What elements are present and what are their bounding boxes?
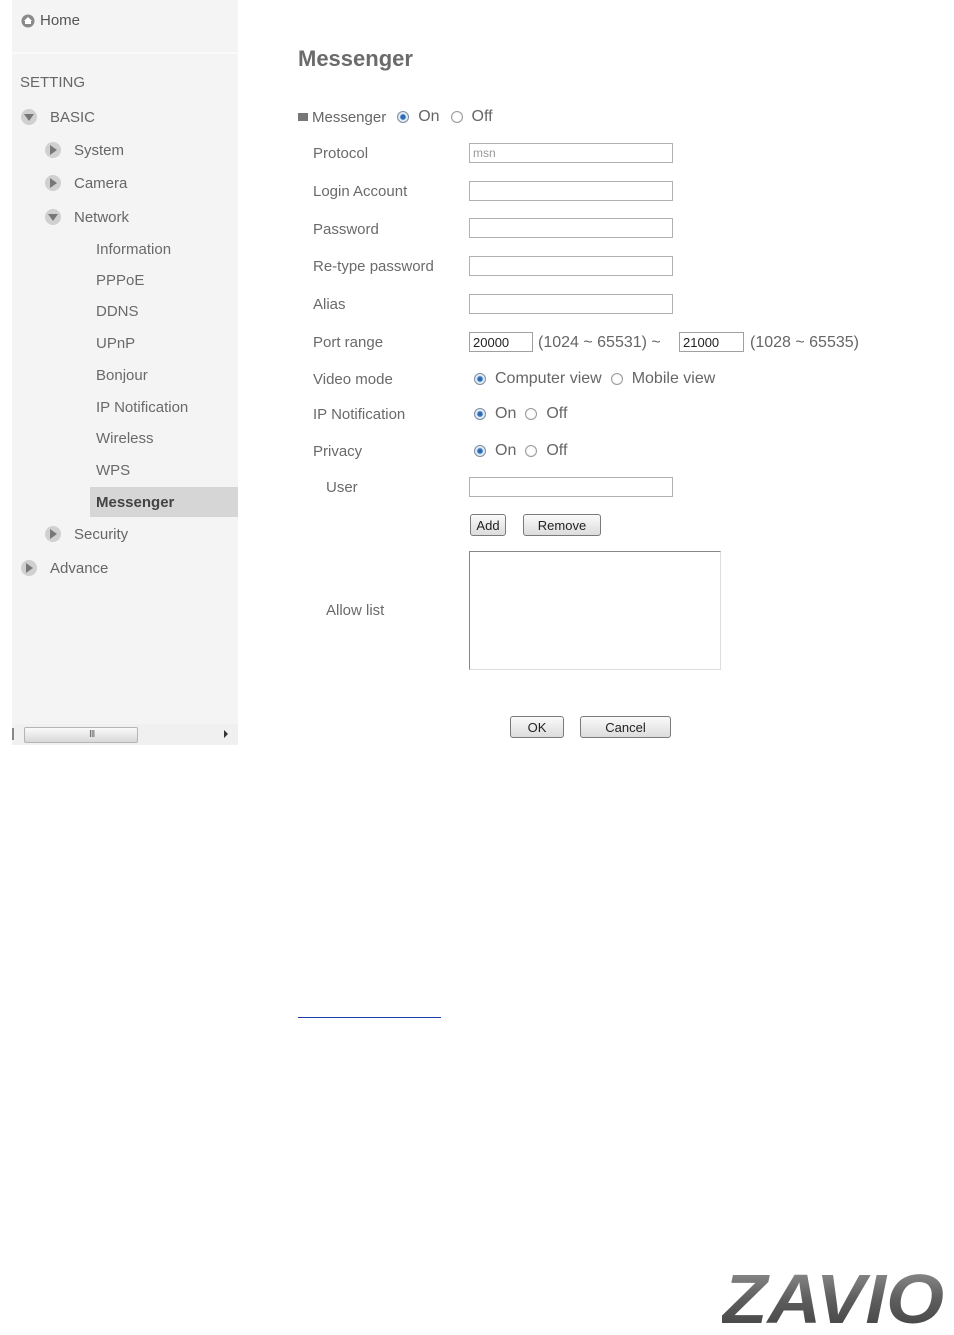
scroll-left-edge[interactable]	[12, 728, 14, 740]
password-input[interactable]	[469, 218, 673, 238]
user-input[interactable]	[469, 477, 673, 497]
sidebar: Home SETTING BASIC System Camera Network…	[12, 0, 238, 745]
on-label: On	[418, 108, 440, 125]
setting-heading: SETTING	[20, 74, 86, 91]
scroll-right-arrow-icon[interactable]	[224, 730, 228, 738]
sidebar-item-pppoe[interactable]: PPPoE	[96, 268, 144, 292]
sidebar-item-label: Camera	[74, 174, 128, 192]
bullet-icon	[298, 113, 308, 121]
on-label: On	[495, 405, 517, 422]
sidebar-item-system[interactable]: System	[44, 138, 124, 162]
sidebar-item-camera[interactable]: Camera	[44, 171, 127, 195]
svg-text:ZAVIO: ZAVIO	[722, 1260, 944, 1330]
cancel-button[interactable]: Cancel	[580, 716, 671, 738]
allow-list-label: Allow list	[326, 602, 385, 619]
computer-view-radio[interactable]	[474, 373, 486, 385]
mobile-view-label: Mobile view	[631, 370, 716, 387]
home-label: Home	[40, 11, 81, 29]
sidebar-item-label: Network	[74, 208, 130, 226]
sidebar-item-label: BASIC	[50, 108, 96, 126]
expanded-arrow-icon	[45, 209, 61, 225]
page-title: Messenger	[298, 46, 413, 71]
home-icon	[21, 14, 35, 28]
scrollbar-thumb[interactable]: III	[24, 727, 138, 743]
ip-notification-off-radio[interactable]	[525, 408, 538, 420]
port-from-range: (1024 ~ 65531) ~	[538, 334, 661, 351]
expanded-arrow-icon	[21, 109, 37, 125]
protocol-label: Protocol	[313, 145, 369, 162]
sidebar-item-advance[interactable]: Advance	[20, 556, 108, 580]
sidebar-divider	[12, 52, 238, 54]
ip-notification-on-radio[interactable]	[474, 408, 486, 420]
sidebar-item-ddns[interactable]: DDNS	[96, 299, 139, 323]
video-mode-options: Computer view Mobile view	[474, 370, 724, 388]
sidebar-item-wireless[interactable]: Wireless	[96, 426, 154, 450]
messenger-off-radio[interactable]	[450, 111, 463, 123]
on-label: On	[495, 442, 517, 459]
login-account-input[interactable]	[469, 181, 673, 201]
retype-password-label: Re-type password	[313, 258, 434, 275]
port-from-input[interactable]: 20000	[469, 332, 533, 352]
allow-list-box[interactable]	[469, 551, 721, 670]
port-to-range: (1028 ~ 65535)	[750, 334, 859, 351]
ok-button[interactable]: OK	[510, 716, 564, 738]
off-label: Off	[546, 442, 568, 459]
add-button[interactable]: Add	[470, 514, 506, 536]
privacy-options: On Off	[474, 442, 576, 460]
messenger-on-radio[interactable]	[397, 111, 410, 123]
collapsed-arrow-icon	[21, 560, 37, 576]
scrollbar-grip-icon: III	[89, 729, 95, 740]
sidebar-item-security[interactable]: Security	[44, 522, 128, 546]
computer-view-label: Computer view	[495, 370, 602, 387]
privacy-label: Privacy	[313, 443, 363, 460]
sidebar-item-information[interactable]: Information	[96, 237, 171, 261]
sidebar-item-upnp[interactable]: UPnP	[96, 331, 135, 355]
messenger-label: Messenger	[312, 108, 387, 126]
sidebar-item-ip-notification[interactable]: IP Notification	[96, 395, 188, 419]
off-label: Off	[471, 108, 493, 125]
password-label: Password	[313, 221, 379, 238]
collapsed-arrow-icon	[45, 142, 61, 158]
login-account-label: Login Account	[313, 183, 408, 200]
home-link[interactable]: Home	[20, 8, 80, 32]
sidebar-item-label: System	[74, 141, 125, 159]
remove-button[interactable]: Remove	[523, 514, 601, 536]
horizontal-scrollbar[interactable]: III	[12, 724, 238, 745]
alias-input[interactable]	[469, 294, 673, 314]
alias-label: Alias	[313, 296, 346, 313]
ip-notification-options: On Off	[474, 405, 576, 423]
sidebar-item-bonjour[interactable]: Bonjour	[96, 363, 148, 387]
off-label: Off	[546, 405, 568, 422]
collapsed-arrow-icon	[45, 175, 61, 191]
zavio-logo: ZAVIO	[722, 1260, 944, 1330]
privacy-on-radio[interactable]	[474, 445, 486, 457]
collapsed-arrow-icon	[45, 526, 61, 542]
port-range-label: Port range	[313, 334, 384, 351]
sidebar-item-wps[interactable]: WPS	[96, 458, 130, 482]
protocol-field[interactable]: msn	[469, 143, 673, 163]
retype-password-input[interactable]	[469, 256, 673, 276]
hyperlink-underline[interactable]	[298, 1017, 441, 1018]
video-mode-label: Video mode	[313, 371, 393, 388]
sidebar-item-label: Security	[74, 525, 129, 543]
sidebar-item-label: Advance	[50, 559, 109, 577]
mobile-view-radio[interactable]	[610, 373, 623, 385]
sidebar-item-network[interactable]: Network	[44, 205, 129, 229]
messenger-toggle: Messenger On Off	[298, 108, 502, 126]
sidebar-item-messenger[interactable]: Messenger	[96, 490, 174, 514]
user-label: User	[326, 479, 358, 496]
privacy-off-radio[interactable]	[525, 445, 538, 457]
ip-notification-label: IP Notification	[313, 406, 406, 423]
sidebar-item-basic[interactable]: BASIC	[20, 105, 95, 129]
port-to-input[interactable]: 21000	[679, 332, 744, 352]
